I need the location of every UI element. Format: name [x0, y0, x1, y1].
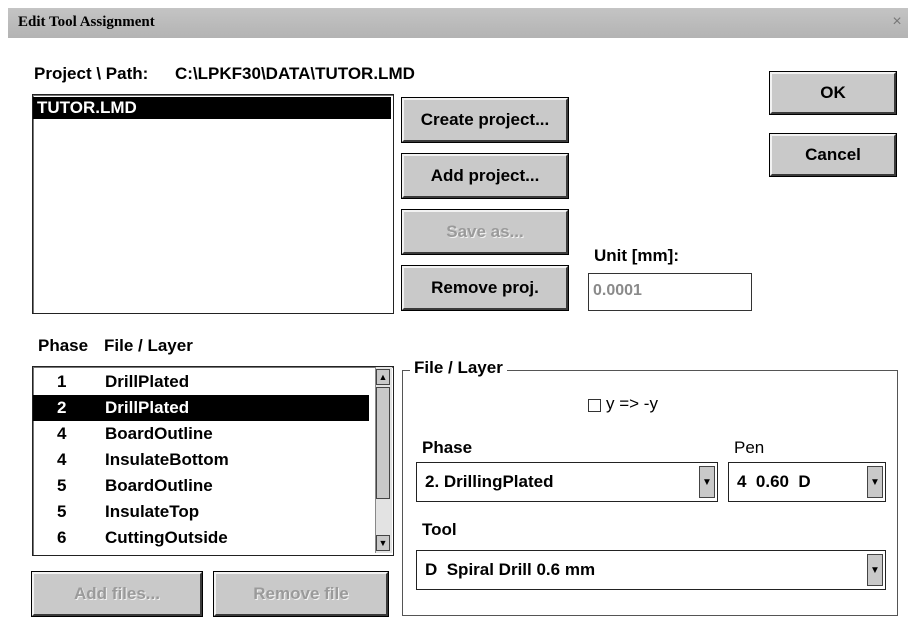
mirror-y-checkbox[interactable] [588, 399, 601, 412]
unit-label: Unit [mm]: [594, 246, 679, 265]
layer-row-file: CuttingOutside [105, 528, 228, 547]
chevron-down-icon[interactable]: ▼ [867, 466, 883, 498]
layer-listbox[interactable]: 1 DrillPlated 2 DrillPlated 4 BoardOutli… [32, 366, 394, 556]
dialog-body: Project \ Path: C:\LPKF30\DATA\TUTOR.LMD… [8, 38, 908, 632]
phase-column-header: Phase [38, 336, 89, 355]
phase-label: Phase [422, 438, 473, 457]
pen-dropdown-value: 4 0.60 D [737, 472, 811, 491]
layer-row-phase: 4 [57, 424, 67, 443]
scroll-thumb[interactable] [376, 387, 390, 499]
layer-row[interactable]: 1 DrillPlated [33, 369, 369, 395]
project-list-item[interactable]: TUTOR.LMD [33, 97, 391, 119]
layer-row-file: InsulateBottom [105, 450, 229, 469]
layer-row-phase: 2 [57, 398, 67, 417]
layer-row[interactable]: 5 BoardOutline [33, 473, 369, 499]
unit-field[interactable]: 0.0001 [588, 273, 752, 311]
layer-list-scrollbar[interactable]: ▲ ▼ [375, 367, 392, 553]
project-list-item-label: TUTOR.LMD [37, 98, 137, 117]
mirror-y-label: y => -y [606, 394, 658, 413]
layer-row-file: BoardOutline [105, 424, 213, 443]
layer-row-phase: 1 [57, 372, 67, 391]
layer-row-phase: 5 [57, 502, 67, 521]
file-layer-group-title: File / Layer [410, 358, 507, 378]
tool-label: Tool [422, 520, 457, 539]
add-project-button[interactable]: Add project... [401, 153, 569, 199]
tool-dropdown[interactable]: D Spiral Drill 0.6 mm ▼ [416, 550, 886, 590]
project-path-value: C:\LPKF30\DATA\TUTOR.LMD [175, 64, 415, 83]
layer-row[interactable]: 6 CuttingOutside [33, 525, 369, 551]
project-path-label: Project \ Path: [34, 64, 149, 83]
remove-file-button[interactable]: Remove file [213, 571, 389, 617]
window-title: Edit Tool Assignment [18, 14, 155, 30]
ok-button[interactable]: OK [769, 71, 897, 115]
chevron-down-icon[interactable]: ▼ [699, 466, 715, 498]
layer-row-phase: 4 [57, 450, 67, 469]
layer-row[interactable]: 4 BoardOutline [33, 421, 369, 447]
scroll-down-icon[interactable]: ▼ [376, 535, 390, 551]
cancel-button[interactable]: Cancel [769, 133, 897, 177]
project-listbox[interactable]: TUTOR.LMD [32, 94, 394, 314]
layer-row-phase: 5 [57, 476, 67, 495]
pen-dropdown[interactable]: 4 0.60 D ▼ [728, 462, 886, 502]
phase-dropdown-value: 2. DrillingPlated [425, 472, 554, 491]
chevron-down-icon[interactable]: ▼ [867, 554, 883, 586]
file-layer-column-header: File / Layer [104, 336, 193, 355]
layer-row[interactable]: 4 InsulateBottom [33, 447, 369, 473]
remove-project-button[interactable]: Remove proj. [401, 265, 569, 311]
layer-row-file: DrillPlated [105, 372, 190, 391]
layer-row-file: BoardOutline [105, 476, 213, 495]
layer-row-file: DrillPlated [105, 398, 190, 417]
layer-row-phase: 6 [57, 528, 67, 547]
add-files-button[interactable]: Add files... [31, 571, 203, 617]
layer-row-file: InsulateTop [105, 502, 200, 521]
save-as-button[interactable]: Save as... [401, 209, 569, 255]
pen-label: Pen [734, 438, 765, 457]
close-icon[interactable]: × [890, 14, 904, 30]
phase-dropdown[interactable]: 2. DrillingPlated ▼ [416, 462, 718, 502]
layer-row-selected[interactable]: 2 DrillPlated [33, 395, 369, 421]
title-bar: Edit Tool Assignment × [8, 8, 908, 39]
layer-row[interactable]: 5 InsulateTop [33, 499, 369, 525]
scroll-up-icon[interactable]: ▲ [376, 369, 390, 385]
tool-dropdown-value: D Spiral Drill 0.6 mm [425, 560, 596, 579]
create-project-button[interactable]: Create project... [401, 97, 569, 143]
